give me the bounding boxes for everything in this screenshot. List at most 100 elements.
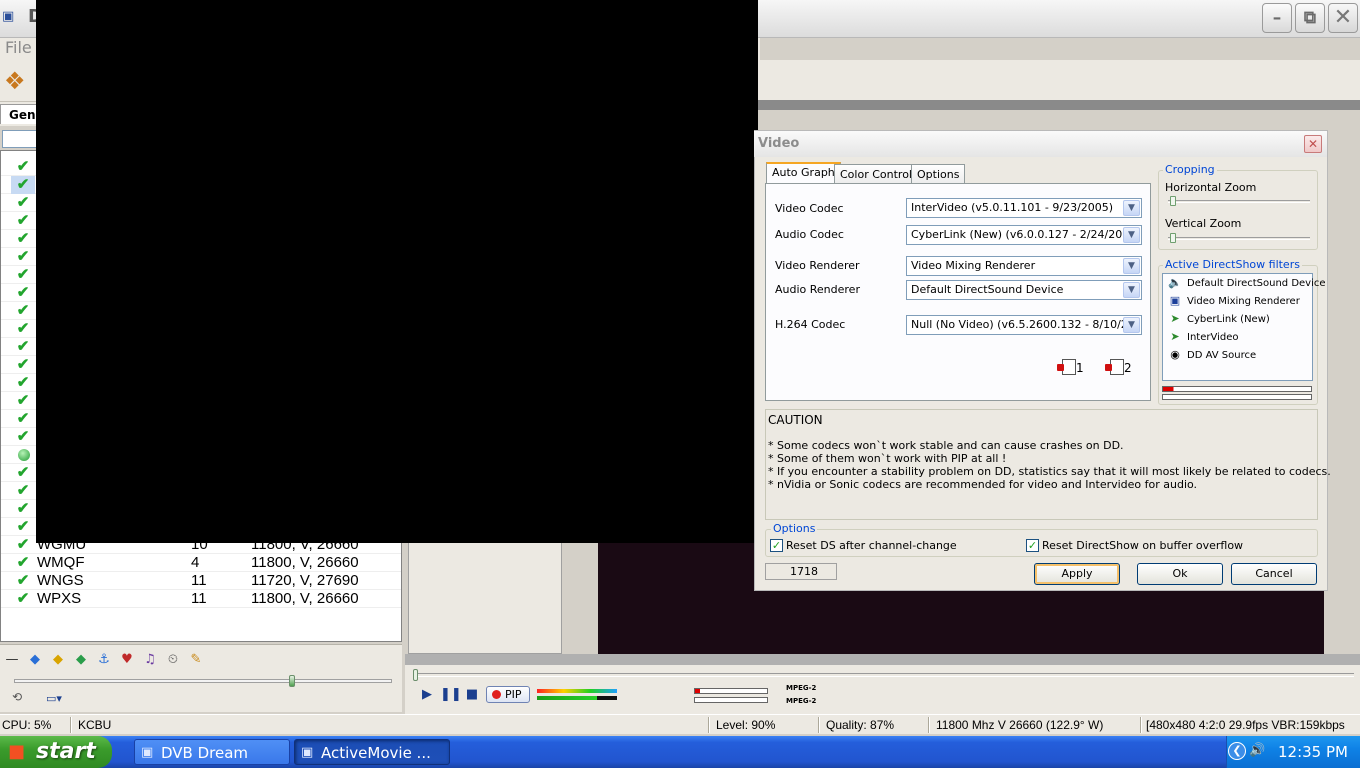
caution-line: * If you encounter a stability problem o… bbox=[768, 465, 1331, 478]
dialog-close-button[interactable]: ✕ bbox=[1304, 135, 1322, 153]
channel-name: WNGS bbox=[37, 572, 84, 589]
checkmark-icon: ✔ bbox=[16, 338, 30, 355]
heart-icon[interactable]: ♥ bbox=[118, 651, 136, 669]
tab-general[interactable]: General bbox=[0, 104, 38, 124]
checkmark-icon: ✔ bbox=[16, 554, 30, 571]
video-codec-select[interactable]: InterVideo (v5.0.11.101 - 9/23/2005) ▼ bbox=[906, 198, 1142, 218]
screen-dropdown-icon[interactable]: ▭▾ bbox=[46, 692, 70, 706]
filter-item[interactable]: ▣ Video Mixing Renderer bbox=[1167, 293, 1300, 309]
preset-1-label: 1 bbox=[1076, 361, 1084, 375]
audio-level-meter-right bbox=[537, 696, 617, 700]
filter-item[interactable]: ➤ CyberLink (New) bbox=[1167, 311, 1269, 327]
chevron-down-icon[interactable]: ▼ bbox=[1123, 227, 1140, 243]
seek-thumb[interactable] bbox=[413, 669, 418, 681]
tab-auto-graph[interactable]: Auto Graph bbox=[766, 162, 841, 184]
list-filter-input[interactable] bbox=[2, 130, 38, 148]
checkmark-icon: ✔ bbox=[16, 212, 30, 229]
checkmark-icon: ✔ bbox=[16, 590, 30, 607]
status-separator bbox=[70, 717, 72, 733]
chevron-down-icon[interactable]: ▼ bbox=[1123, 282, 1140, 298]
taskbar-item-dvb-dream[interactable]: ▣ DVB Dream bbox=[134, 739, 290, 765]
list-slider-track[interactable] bbox=[14, 679, 392, 683]
pause-icon[interactable]: ❚❚ bbox=[440, 686, 462, 704]
channel-row[interactable]: ✔ WPXS 11 11800, V, 26660 bbox=[1, 590, 401, 608]
checkmark-icon: ✔ bbox=[16, 284, 30, 301]
app-icon[interactable]: ▣ bbox=[2, 10, 16, 24]
speaker-icon: 🔈 bbox=[1168, 276, 1182, 289]
cropping-label: Cropping bbox=[1163, 163, 1217, 176]
channel-frequency: 11800, V, 26660 bbox=[251, 590, 359, 607]
refresh-icon[interactable]: ⟲ bbox=[12, 690, 26, 704]
chevron-down-icon[interactable]: ▼ bbox=[1123, 317, 1140, 333]
audio-codec-label: Audio Codec bbox=[775, 228, 844, 241]
minimize-button[interactable]: – bbox=[1262, 3, 1292, 33]
info-blue-icon[interactable]: ◆ bbox=[26, 651, 44, 669]
apply-button[interactable]: Apply bbox=[1034, 563, 1120, 585]
reset-ds-checkbox[interactable]: ✓ bbox=[770, 539, 783, 552]
filter-item[interactable]: ➤ InterVideo bbox=[1167, 329, 1239, 345]
caution-line: * nVidia or Sonic codecs are recommended… bbox=[768, 478, 1198, 491]
taskbar-item-label: ActiveMovie ... bbox=[321, 744, 431, 762]
stop-icon[interactable]: ■ bbox=[463, 686, 481, 704]
package-icon[interactable]: ❖ bbox=[4, 66, 36, 96]
close-button[interactable]: ✕ bbox=[1328, 3, 1358, 33]
video-renderer-label: Video Renderer bbox=[775, 259, 860, 272]
channel-row[interactable]: ✔ WMQF 4 11800, V, 26660 bbox=[1, 554, 401, 572]
vertical-zoom-thumb[interactable] bbox=[1170, 233, 1176, 243]
filter-item[interactable]: 🔈 Default DirectSound Device bbox=[1167, 275, 1325, 291]
checkmark-icon: ✔ bbox=[16, 158, 30, 175]
checkmark-icon: ✔ bbox=[16, 410, 30, 427]
chevron-down-icon[interactable]: ▼ bbox=[1123, 258, 1140, 274]
current-channel: KCBU bbox=[78, 718, 112, 732]
info-yellow-icon[interactable]: ◆ bbox=[49, 651, 67, 669]
channel-row[interactable]: ✔ WNGS 11 11720, V, 27690 bbox=[1, 572, 401, 590]
maximize-button[interactable]: ⧉ bbox=[1295, 3, 1325, 33]
copy-page-icon[interactable] bbox=[1057, 359, 1076, 375]
info-green-icon[interactable]: ◆ bbox=[72, 651, 90, 669]
audio-codec-select[interactable]: CyberLink (New) (v6.0.0.127 - 2/24/2005)… bbox=[906, 225, 1142, 245]
checkmark-icon: ✔ bbox=[16, 428, 30, 445]
clock-icon[interactable]: ⏲ bbox=[164, 651, 182, 669]
dialog-title: Video bbox=[758, 136, 800, 151]
checkmark-icon: ✔ bbox=[16, 482, 30, 499]
video-bottom-strip bbox=[405, 654, 1360, 664]
checkmark-icon: ✔ bbox=[11, 176, 35, 194]
video-renderer-select[interactable]: Video Mixing Renderer ▼ bbox=[906, 256, 1142, 276]
horizontal-zoom-thumb[interactable] bbox=[1170, 196, 1176, 206]
caution-line: * Some of them won`t work with PIP at al… bbox=[768, 452, 1007, 465]
chevron-down-icon[interactable]: ▼ bbox=[1123, 200, 1140, 216]
horizontal-zoom-track[interactable] bbox=[1168, 200, 1310, 203]
pencil-icon[interactable]: ✎ bbox=[187, 651, 205, 669]
checkmark-icon: ✔ bbox=[16, 392, 30, 409]
reset-buffer-checkbox[interactable]: ✓ bbox=[1026, 539, 1039, 552]
vertical-zoom-track[interactable] bbox=[1168, 237, 1310, 240]
copy-page-icon[interactable] bbox=[1105, 359, 1124, 375]
filter-icon: ➤ bbox=[1170, 312, 1180, 325]
clock[interactable]: 12:35 PM bbox=[1278, 742, 1348, 762]
horizontal-zoom-label: Horizontal Zoom bbox=[1165, 181, 1257, 194]
cancel-button[interactable]: Cancel bbox=[1231, 563, 1317, 585]
speaker-icon[interactable]: 🔊 bbox=[1249, 742, 1265, 760]
anchor-icon[interactable]: ⚓ bbox=[95, 651, 113, 669]
record-dot-icon bbox=[492, 690, 501, 699]
audio-renderer-select[interactable]: Default DirectSound Device ▼ bbox=[906, 280, 1142, 300]
play-icon[interactable]: ▶ bbox=[418, 686, 436, 704]
menu-file[interactable]: File bbox=[5, 38, 32, 57]
signal-level: Level: 90% bbox=[716, 718, 776, 732]
seek-track[interactable] bbox=[414, 673, 1354, 677]
h264-codec-select[interactable]: Null (No Video) (v6.5.2600.132 - 8/10/20… bbox=[906, 315, 1142, 335]
music-icon[interactable]: ♫ bbox=[141, 651, 159, 669]
taskbar-item-activemovie[interactable]: ▣ ActiveMovie ... bbox=[294, 739, 450, 765]
chevron-left-icon[interactable]: ❮ bbox=[1228, 742, 1246, 760]
tab-options[interactable]: Options bbox=[911, 164, 966, 184]
channel-name: WPXS bbox=[37, 590, 82, 607]
cpu-usage: CPU: 5% bbox=[2, 718, 52, 732]
checkmark-icon: ✔ bbox=[16, 266, 30, 283]
minus-icon[interactable]: — bbox=[3, 651, 21, 669]
filter-name: Video Mixing Renderer bbox=[1187, 296, 1300, 307]
ok-button[interactable]: Ok bbox=[1137, 563, 1223, 585]
filter-item[interactable]: ◉ DD AV Source bbox=[1167, 347, 1256, 363]
list-slider-thumb[interactable] bbox=[289, 675, 295, 687]
source-icon: ◉ bbox=[1170, 348, 1180, 361]
filter-name: InterVideo bbox=[1187, 332, 1239, 343]
